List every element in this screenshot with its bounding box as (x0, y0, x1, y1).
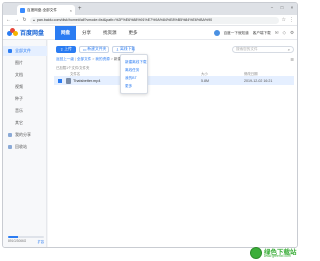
storage-fill (8, 236, 19, 238)
storage-bar (8, 236, 44, 238)
main-panel: ⇧ 上传 ▭ 新建文件夹 ⇩ 离线下载 搜索您的文件 ⌕ 返回上一级 | 全部文… (48, 40, 297, 247)
table-row[interactable]: Thatsbetter.mp4 5.8M 2019-12-02 16:21 (54, 76, 294, 85)
sidebar-item-label: 种子 (15, 96, 23, 101)
row-checkbox[interactable] (58, 78, 62, 83)
window-controls: − □ × (269, 4, 295, 12)
new-folder-label: 新建文件夹 (87, 47, 107, 51)
watermark-url: www.greenxf.com (264, 254, 291, 258)
browser-tab[interactable]: 百度网盘-全部文件 × (17, 5, 75, 15)
sidebar-item-my-shares[interactable]: 我的分享 (3, 130, 47, 140)
tab-more[interactable]: 更多 (123, 26, 144, 40)
browser-menu-icon[interactable]: ⋮ (289, 17, 294, 23)
cloud-logo-icon (7, 28, 18, 37)
tab-find-resources[interactable]: 找资源 (97, 26, 123, 40)
upload-label: 上传 (64, 47, 72, 51)
main-nav: 网盘 分享 找资源 更多 (55, 26, 144, 40)
bookmark-star-icon[interactable]: ☆ (282, 17, 286, 23)
toolbar: ⇧ 上传 ▭ 新建文件夹 ⇩ 离线下载 (56, 46, 136, 53)
column-size[interactable]: 大小 (201, 71, 208, 76)
sidebar-item-recycle-bin[interactable]: 回收站 (3, 142, 47, 152)
sidebar-item-label: 图片 (15, 60, 23, 65)
settings-icon[interactable]: ⚙ (290, 30, 294, 36)
new-tab-button[interactable]: + (78, 5, 82, 13)
download-icon: ⇩ (115, 48, 119, 52)
tab-close-icon[interactable]: × (70, 8, 72, 13)
file-size: 5.8M (201, 78, 209, 83)
column-date[interactable]: 修改日期 (244, 71, 258, 76)
search-placeholder: 搜索您的文件 (236, 47, 258, 51)
shirt-icon[interactable]: ◇ (282, 30, 285, 36)
menu-item-offline-tasks[interactable]: 离线任务 (121, 66, 147, 74)
breadcrumb-parent[interactable]: 我的资源 (95, 57, 109, 61)
sidebar-item-torrents[interactable]: 种子 (3, 94, 47, 104)
column-name[interactable]: 文件名 (70, 71, 80, 76)
expand-link[interactable]: 扩容 (38, 239, 44, 244)
url-field[interactable]: 🔒︎ pan.baidu.com/disk/home#/all?vmode=li… (30, 16, 279, 24)
upload-button[interactable]: ⇧ 上传 (56, 46, 76, 53)
sidebar-item-label: 回收站 (15, 144, 27, 149)
tab-netdisk[interactable]: 网盘 (55, 26, 76, 40)
storage-meter: 891G/3066G 扩容 (8, 236, 44, 244)
back-icon[interactable]: ← (6, 17, 11, 23)
lock-icon: 🔒︎ (33, 18, 35, 22)
share-icon (8, 133, 12, 137)
search-icon[interactable]: ⌕ (288, 47, 290, 52)
file-date: 2019-12-02 16:21 (244, 78, 273, 83)
new-folder-button[interactable]: ▭ 新建文件夹 (78, 46, 109, 53)
sidebar-item-label: 文档 (15, 72, 23, 77)
maximize-button[interactable]: □ (279, 4, 285, 12)
sidebar-item-label: 视频 (15, 84, 23, 89)
tab-title: 百度网盘-全部文件 (27, 7, 57, 12)
user-name[interactable]: 百度一下就知道 (224, 31, 249, 36)
offline-download-menu: 新建离线下载 离线任务 我的BT 更多 (120, 54, 148, 94)
sidebar-item-other[interactable]: 其它 (3, 118, 47, 128)
browser-window: 百度网盘-全部文件 × + − □ × ← → ↻ 🔒︎ pan.baidu.c… (2, 2, 298, 248)
search-input[interactable]: 搜索您的文件 ⌕ (232, 46, 294, 53)
folder-plus-icon: ▭ (82, 48, 87, 52)
breadcrumb-back[interactable]: 返回上一级 (56, 57, 74, 61)
tab-share[interactable]: 分享 (76, 26, 97, 40)
url-text: pan.baidu.com/disk/home#/all?vmode=list&… (36, 18, 213, 22)
menu-item-more[interactable]: 更多 (121, 82, 147, 90)
trash-icon (8, 145, 12, 149)
client-download-link[interactable]: 客户端下载 (253, 31, 271, 36)
watermark-logo-icon (250, 247, 262, 259)
address-bar: ← → ↻ 🔒︎ pan.baidu.com/disk/home#/all?vm… (3, 15, 297, 26)
logo[interactable]: 百度网盘 (7, 28, 44, 37)
favicon-icon (20, 7, 25, 13)
sidebar-item-documents[interactable]: 文档 (3, 70, 47, 80)
sidebar-item-label: 我的分享 (15, 132, 31, 137)
watermark: 绿色下载站 www.greenxf.com (250, 246, 298, 260)
logo-text: 百度网盘 (20, 31, 45, 37)
sidebar-item-label: 音乐 (15, 108, 23, 113)
avatar[interactable] (213, 30, 220, 36)
sidebar-item-music[interactable]: 音乐 (3, 106, 47, 116)
forward-icon[interactable]: → (14, 17, 19, 23)
minimize-button[interactable]: − (269, 4, 275, 12)
menu-item-my-bt[interactable]: 我的BT (121, 74, 147, 82)
breadcrumb-root[interactable]: 全部文件 (77, 57, 91, 61)
close-window-button[interactable]: × (289, 4, 295, 12)
sidebar-item-label: 其它 (15, 120, 23, 125)
video-file-icon (66, 77, 71, 84)
mail-icon[interactable]: ✉ (275, 30, 279, 36)
reload-icon[interactable]: ↻ (22, 17, 27, 23)
sidebar-item-all-files[interactable]: 全部文件 (3, 46, 47, 56)
header-right: 百度一下就知道 客户端下载 ✉ ◇ ⚙ (213, 30, 294, 36)
folder-icon (8, 49, 12, 53)
tab-strip: 百度网盘-全部文件 × + − □ × (3, 3, 297, 15)
sidebar-item-videos[interactable]: 视频 (3, 82, 47, 92)
list-view-icon[interactable]: ☰ (290, 57, 294, 62)
menu-item-new-offline-download[interactable]: 新建离线下载 (121, 58, 147, 66)
sidebar: 全部文件 图片 文档 视频 种子 音乐 其它 我的分享 回收站 891G/306… (3, 40, 47, 247)
file-name[interactable]: Thatsbetter.mp4 (73, 79, 100, 83)
app-header: 百度网盘 网盘 分享 找资源 更多 百度一下就知道 客户端下载 ✉ ◇ ⚙ (3, 26, 297, 40)
offline-download-label: 离线下载 (119, 47, 136, 51)
sidebar-item-images[interactable]: 图片 (3, 58, 47, 68)
sidebar-item-label: 全部文件 (15, 48, 31, 53)
offline-download-button[interactable]: ⇩ 离线下载 (111, 46, 136, 53)
upload-icon: ⇧ (60, 48, 64, 52)
storage-used: 891G/3066G (8, 239, 27, 243)
